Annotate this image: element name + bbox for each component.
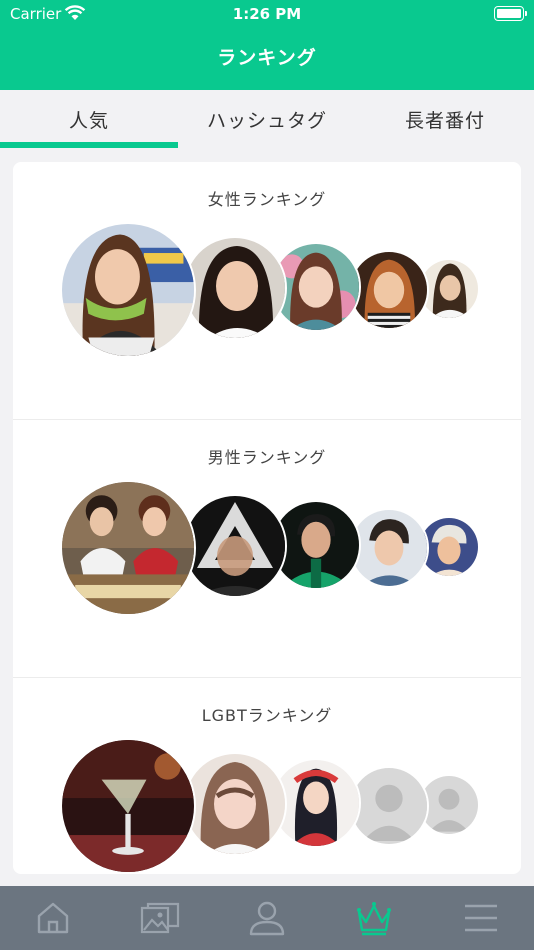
avatar-rank-4[interactable]: [349, 250, 429, 330]
crown-icon: [356, 902, 391, 936]
page-title: ランキング: [217, 47, 317, 69]
female-ranking-section[interactable]: 女性ランキング: [13, 162, 521, 420]
avatar-placeholder[interactable]: [349, 766, 429, 846]
status-bar: Carrier 1:26 PM: [0, 0, 534, 30]
male-ranking-section[interactable]: 男性ランキング: [13, 420, 521, 678]
tab-menu[interactable]: [427, 886, 534, 950]
gallery-icon: [141, 902, 180, 934]
section-heading: 女性ランキング: [207, 190, 327, 209]
avatar-rank-2[interactable]: [183, 236, 287, 340]
tab-rich-list[interactable]: 長者番付: [356, 90, 534, 148]
clock: 1:26 PM: [232, 5, 302, 23]
tab-profile[interactable]: [214, 886, 321, 950]
battery-icon: [494, 6, 527, 21]
avatar-rank-1[interactable]: [60, 480, 196, 616]
section-heading: 男性ランキング: [207, 448, 327, 467]
ranking-card: 女性ランキング 男性ランキング LGBTランキング: [13, 162, 521, 874]
avatar-rank-1[interactable]: [60, 222, 196, 358]
tab-ranking[interactable]: [320, 886, 427, 950]
segment-tabs: 人気 ハッシュタグ 長者番付: [0, 90, 534, 148]
avatar-rank-1[interactable]: [60, 738, 196, 874]
avatar-rank-2[interactable]: [183, 494, 287, 598]
tab-popular[interactable]: 人気: [0, 90, 178, 148]
lgbt-ranking-section[interactable]: LGBTランキング: [13, 678, 521, 874]
nav-bar: ランキング: [0, 30, 534, 90]
bottom-tab-bar: [0, 886, 534, 950]
profile-icon: [249, 901, 285, 936]
section-heading: LGBTランキング: [201, 706, 333, 725]
avatar-rank-4[interactable]: [349, 508, 429, 588]
menu-icon: [464, 904, 497, 932]
avatar-rank-2[interactable]: [183, 752, 287, 856]
tab-hashtag[interactable]: ハッシュタグ: [178, 90, 356, 148]
tab-home[interactable]: [0, 886, 107, 950]
tab-gallery[interactable]: [107, 886, 214, 950]
home-icon: [38, 902, 69, 934]
